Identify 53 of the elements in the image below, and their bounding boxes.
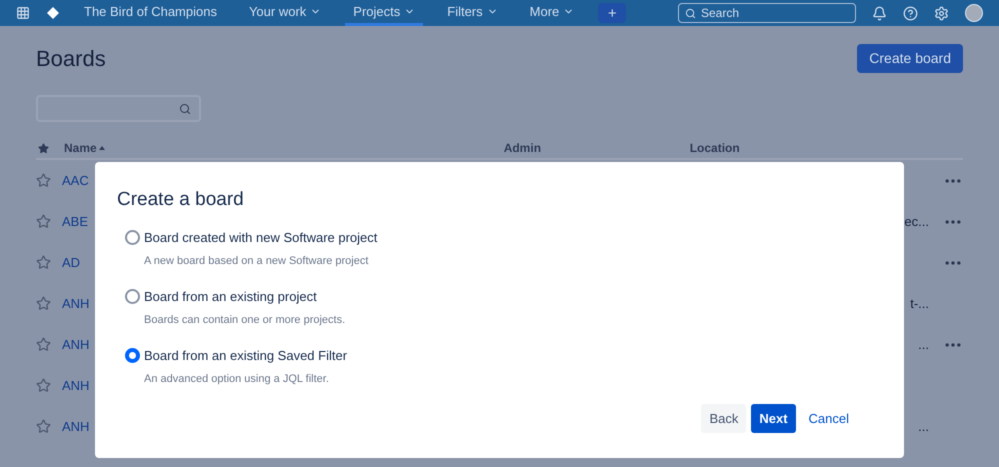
nav-item[interactable]: The Bird of Champions (76, 0, 225, 26)
help-icon[interactable] (903, 6, 918, 20)
option-label[interactable]: Board from an existing project (144, 286, 317, 306)
radio-button[interactable] (125, 230, 140, 245)
search-icon (179, 102, 191, 114)
radio-button[interactable] (125, 348, 140, 363)
page-title: Boards (36, 45, 106, 73)
location-text: t-... (910, 294, 929, 313)
dialog-title: Create a board (117, 188, 245, 212)
star-icon[interactable] (36, 378, 51, 393)
location-text: ... (918, 418, 929, 436)
search-icon (685, 8, 696, 19)
nav-item[interactable]: Filters (439, 0, 506, 26)
board-name-link[interactable]: ANH (62, 296, 90, 311)
board-name-link[interactable]: ANH (62, 418, 90, 434)
star-icon[interactable] (36, 214, 51, 229)
star-icon[interactable] (36, 296, 51, 311)
column-header: Location (690, 140, 740, 157)
bell-icon[interactable] (872, 6, 887, 20)
nav-item[interactable]: More (522, 0, 582, 26)
star-icon (38, 142, 49, 154)
settings-icon[interactable] (934, 6, 949, 20)
create-button[interactable]: + (598, 3, 626, 23)
logo-icon (46, 6, 60, 20)
board-name-link[interactable]: ABE (62, 214, 88, 229)
create-board-button[interactable]: Create board (857, 44, 963, 73)
board-name-link[interactable]: ANH (62, 336, 90, 352)
option-description: Boards can contain one or more projects. (144, 313, 346, 328)
star-icon[interactable] (36, 337, 51, 352)
option-label[interactable]: Board created with new Software project (144, 228, 378, 247)
board-name-link[interactable]: AD (62, 254, 80, 270)
star-icon[interactable] (36, 419, 51, 434)
radio-button[interactable] (125, 288, 140, 304)
dialog-button[interactable]: Next (751, 404, 796, 433)
sort-arrow-icon (98, 146, 105, 150)
column-header[interactable]: Name (64, 139, 97, 157)
option-description: An advanced option using a JQL filter. (144, 372, 330, 387)
location-text: ... (918, 336, 929, 354)
location-text: ec... (904, 212, 929, 231)
star-icon[interactable] (36, 255, 51, 270)
board-name-link[interactable]: ANH (62, 378, 90, 393)
board-name-link[interactable]: AAC (62, 172, 89, 188)
option-description: A new board based on a new Software project (144, 254, 370, 269)
dialog-button[interactable]: Cancel (800, 404, 857, 433)
column-header: Admin (504, 140, 542, 157)
board-search-field[interactable] (36, 95, 201, 122)
search-field[interactable]: Search (678, 3, 856, 23)
avatar[interactable] (965, 4, 983, 22)
option-label[interactable]: Board from an existing Saved Filter (144, 346, 348, 365)
app-grid-icon[interactable] (16, 6, 30, 20)
dialog-button[interactable]: Back (701, 404, 746, 433)
star-icon[interactable] (36, 173, 51, 188)
nav-item[interactable]: Your work (240, 0, 330, 26)
